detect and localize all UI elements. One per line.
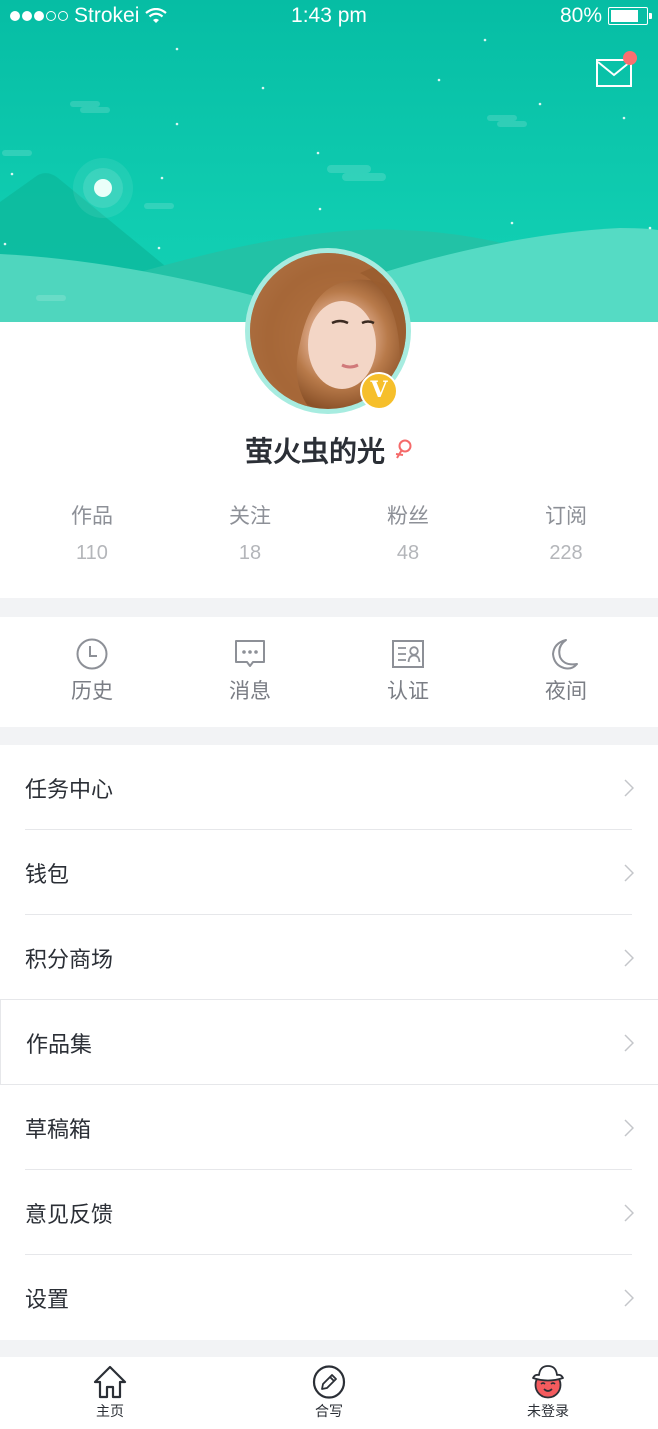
menu-item-label: 任务中心: [25, 777, 114, 803]
menu-item-portfolio[interactable]: 作品集: [0, 1000, 658, 1085]
menu-item-label: 钱包: [25, 862, 70, 888]
chevron-right-icon: [624, 1119, 634, 1137]
stat-following[interactable]: 关注 18: [171, 500, 329, 565]
tab-co-write[interactable]: 合写: [284, 1365, 374, 1421]
menu-item-label: 意见反馈: [25, 1202, 114, 1228]
stat-subscriptions[interactable]: 订阅 228: [487, 500, 645, 565]
menu-item-feedback[interactable]: 意见反馈: [0, 1170, 658, 1255]
settings-menu: 任务中心 钱包 积分商场 作品集 草稿箱 意见反馈 设置: [0, 745, 658, 1340]
stat-label: 粉丝: [387, 504, 429, 528]
battery-icon: [608, 7, 652, 25]
menu-item-task-center[interactable]: 任务中心: [0, 745, 658, 830]
chevron-right-icon: [624, 1289, 634, 1307]
chevron-right-icon: [624, 864, 634, 882]
chevron-right-icon: [624, 1204, 634, 1222]
chat-bubble-icon: [235, 640, 265, 667]
tab-not-logged-in[interactable]: 未登录: [503, 1365, 593, 1421]
tab-label: 主页: [96, 1404, 124, 1420]
bottom-tab-bar: 主页 合写 未登录: [0, 1357, 658, 1429]
username-row: 萤火虫的光: [0, 430, 658, 470]
home-icon: [93, 1365, 127, 1399]
moon-icon: [552, 639, 578, 670]
menu-item-label: 作品集: [26, 1032, 93, 1058]
menu-item-wallet[interactable]: 钱包: [0, 830, 658, 915]
clock-icon: [76, 638, 108, 670]
action-label: 历史: [71, 679, 113, 703]
stat-followers[interactable]: 粉丝 48: [329, 500, 487, 565]
action-label: 消息: [229, 679, 271, 703]
stat-value: 18: [238, 542, 262, 564]
chevron-right-icon: [624, 779, 634, 797]
action-label: 夜间: [545, 679, 587, 703]
menu-item-drafts[interactable]: 草稿箱: [0, 1085, 658, 1170]
stat-label: 订阅: [545, 504, 587, 528]
battery-percent: 80%: [559, 4, 602, 27]
menu-item-points-mall[interactable]: 积分商场: [0, 915, 658, 1000]
username: 萤火虫的光: [244, 435, 385, 468]
chevron-right-icon: [624, 1034, 634, 1052]
action-verification[interactable]: 认证: [329, 617, 487, 727]
stat-works[interactable]: 作品 110: [13, 500, 171, 565]
stat-label: 关注: [229, 504, 271, 528]
quick-actions: 历史 消息 认证 夜间: [0, 617, 658, 727]
chevron-right-icon: [624, 949, 634, 967]
menu-item-label: 积分商场: [25, 947, 114, 973]
stat-value: 110: [76, 542, 108, 564]
unread-badge: [623, 51, 637, 65]
female-icon: [395, 439, 412, 459]
tab-label: 合写: [315, 1404, 343, 1420]
menu-item-label: 设置: [25, 1287, 70, 1313]
action-history[interactable]: 历史: [13, 617, 171, 727]
tab-label: 未登录: [527, 1404, 569, 1420]
stat-label: 作品: [71, 504, 113, 528]
stat-value: 48: [396, 542, 420, 564]
id-card-icon: [392, 640, 424, 668]
guest-avatar-icon: [532, 1365, 564, 1399]
status-bar: Strokei 1:43 pm 80%: [0, 0, 658, 32]
verified-badge: V: [360, 372, 398, 410]
menu-item-settings[interactable]: 设置: [0, 1255, 658, 1340]
profile-stats: 作品 110 关注 18 粉丝 48 订阅 228: [0, 500, 658, 565]
tab-home[interactable]: 主页: [65, 1365, 155, 1421]
menu-item-label: 草稿箱: [25, 1117, 92, 1143]
stat-value: 228: [549, 542, 583, 564]
action-night-mode[interactable]: 夜间: [487, 617, 645, 727]
pencil-circle-icon: [312, 1365, 346, 1399]
action-messages[interactable]: 消息: [171, 617, 329, 727]
action-label: 认证: [387, 679, 429, 703]
